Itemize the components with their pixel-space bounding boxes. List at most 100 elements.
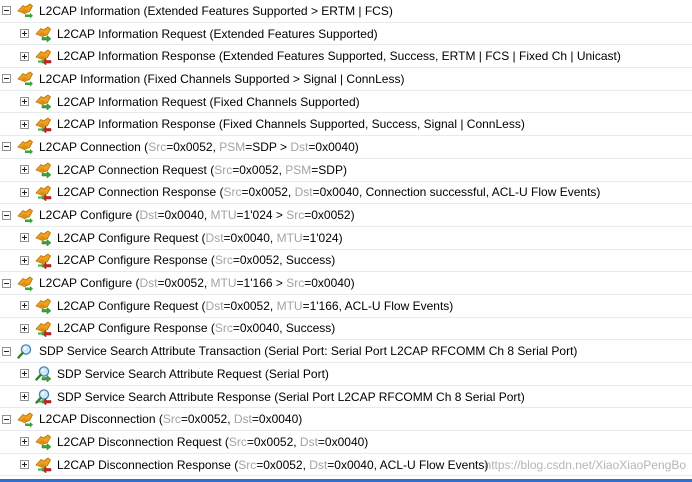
collapse-toggle-icon[interactable]	[2, 278, 11, 288]
l2cap-response-icon	[35, 321, 52, 337]
row-label: L2CAP Disconnection (Src=0x0052, Dst=0x0…	[39, 412, 302, 426]
field-key: Dst	[205, 298, 224, 313]
row-label: L2CAP Information Request (Extended Feat…	[57, 27, 378, 41]
expand-toggle-icon[interactable]	[20, 29, 29, 39]
label-text: =0x0052,	[246, 434, 300, 449]
l2cap-response-icon	[35, 457, 52, 474]
field-key: MTU	[210, 208, 237, 223]
tree-item-row[interactable]: L2CAP Information Response (Extended Fea…	[0, 45, 692, 69]
l2cap-response-icon	[35, 49, 52, 65]
label-text: =0x0052, Success)	[232, 253, 336, 268]
label-text: =0x0040)	[251, 412, 303, 427]
l2cap-response-icon	[35, 185, 52, 201]
label-text: =0x0052,	[166, 139, 220, 154]
expand-toggle-icon[interactable]	[20, 460, 29, 470]
tree-item-row[interactable]: L2CAP Configure Response (Src=0x0052, Su…	[0, 250, 692, 273]
row-label: SDP Service Search Attribute Response (S…	[57, 390, 525, 404]
label-text: =0x0052,	[157, 276, 211, 291]
tree-group-row[interactable]: L2CAP Information (Extended Features Sup…	[0, 0, 692, 23]
field-key: Src	[162, 412, 181, 427]
l2cap-icon	[17, 139, 34, 155]
field-key: MTU	[210, 276, 237, 291]
label-text: L2CAP Connection (	[39, 139, 149, 154]
row-label: L2CAP Configure (Dst=0x0040, MTU=1'024 >…	[39, 208, 355, 222]
label-text: L2CAP Information Request (Fixed Channel…	[57, 94, 360, 109]
l2cap-request-icon	[35, 94, 52, 111]
l2cap-request-icon	[35, 230, 52, 247]
l2cap-request-icon	[35, 434, 52, 451]
l2cap-icon	[17, 3, 34, 19]
tree-group-row[interactable]: L2CAP Configure (Dst=0x0052, MTU=1'166 >…	[0, 272, 692, 295]
expand-toggle-icon[interactable]	[20, 301, 29, 311]
expand-toggle-icon[interactable]	[20, 97, 29, 107]
label-text: L2CAP Configure Response (	[57, 321, 215, 336]
tree-group-row[interactable]: SDP Service Search Attribute Transaction…	[0, 340, 692, 363]
tree-group-row[interactable]: L2CAP Connection (Src=0x0052, PSM=SDP > …	[0, 136, 692, 159]
expand-toggle-icon[interactable]	[20, 233, 29, 243]
l2cap-request-icon	[35, 162, 52, 179]
row-label: L2CAP Information (Extended Features Sup…	[39, 4, 393, 18]
sdp-request-icon	[35, 366, 52, 383]
row-label: L2CAP Information Request (Fixed Channel…	[57, 95, 360, 109]
label-text: L2CAP Information Response (Fixed Channe…	[57, 117, 525, 132]
l2cap-response-icon	[35, 117, 52, 133]
label-text: =0x0040,	[157, 208, 211, 223]
l2cap-response-icon	[35, 253, 52, 269]
row-label: SDP Service Search Attribute Request (Se…	[57, 367, 329, 381]
expand-toggle-icon[interactable]	[20, 437, 29, 447]
collapse-toggle-icon[interactable]	[2, 346, 11, 356]
label-text: =0x0040, Success)	[232, 321, 336, 336]
tree-group-row[interactable]: L2CAP Information (Fixed Channels Suppor…	[0, 68, 692, 91]
expand-toggle-icon[interactable]	[20, 323, 29, 333]
collapse-toggle-icon[interactable]	[2, 74, 11, 84]
label-text: =0x0052,	[256, 457, 310, 472]
label-text: =0x0040)	[304, 276, 355, 291]
label-text: L2CAP Configure Request (	[57, 230, 206, 245]
expand-toggle-icon[interactable]	[20, 392, 29, 402]
field-key: Dst	[299, 434, 318, 449]
tree-item-row[interactable]: SDP Service Search Attribute Request (Se…	[0, 363, 692, 386]
expand-toggle-icon[interactable]	[20, 255, 29, 265]
label-text: L2CAP Configure Response (	[57, 253, 215, 268]
tree-group-row[interactable]: L2CAP Disconnection (Src=0x0052, Dst=0x0…	[0, 408, 692, 432]
field-key: Src	[238, 457, 257, 472]
expand-toggle-icon[interactable]	[20, 369, 29, 379]
label-text: =1'166, ACL-U Flow Events)	[302, 298, 454, 313]
tree-item-row[interactable]: L2CAP Disconnection Request (Src=0x0052,…	[0, 431, 692, 454]
tree-item-row[interactable]: L2CAP Configure Request (Dst=0x0052, MTU…	[0, 295, 692, 318]
l2cap-icon	[17, 412, 34, 428]
tree-item-row[interactable]: L2CAP Disconnection Response (Src=0x0052…	[0, 454, 692, 477]
tree-item-row[interactable]: L2CAP Configure Request (Dst=0x0040, MTU…	[0, 227, 692, 250]
field-key: Src	[286, 208, 305, 223]
expand-toggle-icon[interactable]	[20, 187, 29, 197]
label-text: L2CAP Configure Request (	[57, 298, 206, 313]
tree-item-row[interactable]: L2CAP Connection Request (Src=0x0052, PS…	[0, 159, 692, 182]
row-label: L2CAP Information Response (Fixed Channe…	[57, 117, 525, 131]
label-text: L2CAP Disconnection Response (	[57, 457, 239, 472]
label-text: =0x0052)	[304, 208, 355, 223]
expand-toggle-icon[interactable]	[20, 165, 29, 175]
label-text: =0x0040)	[317, 434, 369, 449]
collapse-toggle-icon[interactable]	[2, 414, 11, 424]
tree-item-row[interactable]: L2CAP Information Request (Fixed Channel…	[0, 91, 692, 114]
l2cap-icon	[17, 208, 34, 224]
tree-group-row[interactable]: L2CAP Configure (Dst=0x0040, MTU=1'024 >…	[0, 204, 692, 227]
collapse-toggle-icon[interactable]	[2, 210, 11, 220]
collapse-toggle-icon[interactable]	[2, 142, 11, 152]
row-label: L2CAP Configure Response (Src=0x0052, Su…	[57, 253, 335, 267]
field-key: Src	[286, 276, 305, 291]
l2cap-request-icon	[35, 26, 52, 43]
expand-toggle-icon[interactable]	[20, 51, 29, 61]
tree-item-row[interactable]: SDP Service Search Attribute Response (S…	[0, 386, 692, 409]
label-text: L2CAP Connection Request (	[57, 162, 215, 177]
label-text: =1'024)	[302, 230, 343, 245]
tree-item-row[interactable]: L2CAP Connection Response (Src=0x0052, D…	[0, 182, 692, 205]
tree-item-row[interactable]: L2CAP Configure Response (Src=0x0040, Su…	[0, 318, 692, 341]
expand-toggle-icon[interactable]	[20, 119, 29, 129]
collapse-toggle-icon[interactable]	[2, 6, 11, 16]
label-text: SDP Service Search Attribute Transaction…	[39, 344, 578, 359]
tree-item-row[interactable]: L2CAP Information Response (Fixed Channe…	[0, 113, 692, 137]
frame-tree: L2CAP Information (Extended Features Sup…	[0, 0, 692, 477]
tree-item-row[interactable]: L2CAP Information Request (Extended Feat…	[0, 23, 692, 46]
field-key: Dst	[233, 412, 252, 427]
